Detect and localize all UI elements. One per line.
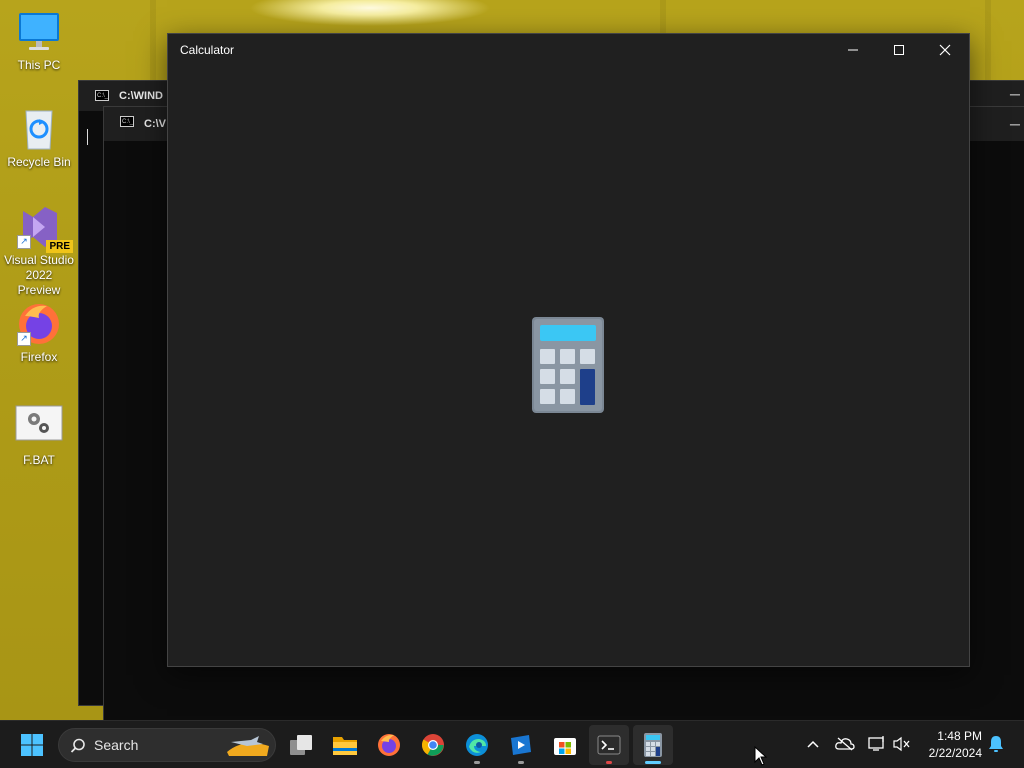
edge-icon xyxy=(466,734,488,756)
visual-studio-icon: ↗ PRE xyxy=(17,205,73,253)
shortcut-arrow-icon: ↗ xyxy=(17,235,31,249)
taskbar-chrome[interactable] xyxy=(413,725,453,765)
taskbar-edge[interactable] xyxy=(457,725,497,765)
desktop-icon-firefox[interactable]: ↗ Firefox xyxy=(4,302,74,365)
desktop-icon-visual-studio[interactable]: ↗ PRE Visual Studio 2022 Preview xyxy=(4,205,74,298)
store-icon xyxy=(554,738,576,755)
console-caret xyxy=(87,129,88,145)
close-icon xyxy=(939,44,951,56)
close-button[interactable] xyxy=(922,34,968,66)
bell-icon xyxy=(989,736,1003,752)
search-highlight-icon xyxy=(227,736,269,756)
firefox-icon xyxy=(378,734,400,756)
desktop-icon-label: Recycle Bin xyxy=(7,155,71,169)
terminal-icon xyxy=(597,735,621,755)
batch-file-icon xyxy=(15,405,63,449)
taskbar-firefox[interactable] xyxy=(369,725,409,765)
taskbar-microsoft-store[interactable] xyxy=(545,725,585,765)
firefox-icon: ↗ xyxy=(17,302,61,346)
chrome-icon xyxy=(422,734,444,756)
desktop-icon-label: This PC xyxy=(17,58,61,72)
taskbar-file-explorer[interactable] xyxy=(325,725,365,765)
clock-time: 1:48 PM xyxy=(937,729,982,743)
console-title: C:\WIND xyxy=(119,90,163,102)
search-icon xyxy=(70,738,85,753)
network-tray-button[interactable] xyxy=(867,734,887,754)
recycle-bin-icon xyxy=(17,107,61,151)
console-minimize-button[interactable]: ─ xyxy=(1005,107,1024,137)
show-hidden-icons-button[interactable] xyxy=(803,734,823,754)
console-icon: C:\_ xyxy=(120,116,134,127)
network-icon xyxy=(868,736,884,751)
media-player-icon xyxy=(511,735,531,755)
mouse-cursor-icon xyxy=(754,746,768,766)
running-indicator xyxy=(474,761,480,764)
desktop-icon-f-bat[interactable]: F.BAT xyxy=(4,405,74,468)
calculator-icon xyxy=(644,733,662,757)
taskbar-terminal[interactable] xyxy=(589,725,629,765)
notifications-button[interactable] xyxy=(986,734,1006,754)
cloud-offline-icon xyxy=(835,737,855,751)
pre-badge: PRE xyxy=(46,240,73,253)
taskbar-calculator[interactable] xyxy=(633,725,673,765)
taskbar-task-view[interactable] xyxy=(281,725,321,765)
folder-icon xyxy=(333,737,357,755)
desktop-icon-recycle-bin[interactable]: Recycle Bin xyxy=(4,107,74,170)
calculator-window[interactable]: Calculator xyxy=(167,33,970,667)
desktop-icon-label: Visual Studio 2022 Preview xyxy=(4,253,74,297)
running-indicator xyxy=(518,761,524,764)
minimize-icon xyxy=(848,49,858,51)
search-label: Search xyxy=(94,737,139,753)
taskbar: Search 1:48 PM 2/22/2024 xyxy=(0,720,1024,768)
desktop-icon-label: Firefox xyxy=(20,350,58,364)
desktop: This PC Recycle Bin ↗ PRE Visual Studio … xyxy=(0,0,1024,720)
task-view-icon xyxy=(290,735,312,755)
minimize-button[interactable] xyxy=(830,34,876,66)
console-title: C:\V xyxy=(144,118,166,130)
taskbar-media-player[interactable] xyxy=(501,725,541,765)
running-indicator xyxy=(606,761,612,764)
maximize-icon xyxy=(894,45,904,55)
console-icon: C:\_ xyxy=(95,90,109,101)
clock-date: 2/22/2024 xyxy=(928,746,982,760)
desktop-icon-this-pc[interactable]: This PC xyxy=(4,10,74,73)
calculator-titlebar[interactable]: Calculator xyxy=(168,34,969,66)
onedrive-tray-button[interactable] xyxy=(835,734,855,754)
active-indicator xyxy=(645,761,661,764)
windows-logo-icon xyxy=(21,734,43,756)
window-title: Calculator xyxy=(180,43,235,57)
chevron-up-icon xyxy=(807,740,819,748)
monitor-icon xyxy=(17,10,61,54)
desktop-icon-label: F.BAT xyxy=(23,453,55,467)
calculator-splash-icon xyxy=(532,317,604,413)
start-button[interactable] xyxy=(12,725,52,765)
search-box[interactable]: Search xyxy=(58,728,276,762)
maximize-button[interactable] xyxy=(876,34,922,66)
shortcut-arrow-icon: ↗ xyxy=(17,332,31,346)
